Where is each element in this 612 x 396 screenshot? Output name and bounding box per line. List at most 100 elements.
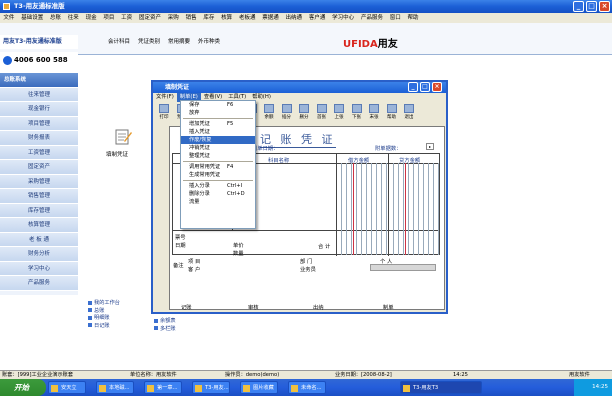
- dialog-menu-item[interactable]: 文件(F): [153, 93, 177, 102]
- toolbar-item[interactable]: 凭证类别: [138, 37, 160, 45]
- link-bullet-icon: [88, 308, 92, 312]
- dialog-tool-button[interactable]: 余额: [262, 104, 276, 122]
- dropdown-item[interactable]: 生成常用凭证: [181, 171, 255, 179]
- dialog-tool-button[interactable]: 末张: [367, 104, 381, 122]
- sidebar-item[interactable]: 项目管理: [0, 116, 78, 131]
- sidebar-item[interactable]: 库存管理: [0, 203, 78, 218]
- quick-link[interactable]: 明细账: [88, 315, 120, 323]
- dialog-tool-button[interactable]: 退出: [402, 104, 416, 122]
- sidebar-item[interactable]: 老 板 通: [0, 232, 78, 247]
- quick-link[interactable]: 日记账: [88, 323, 120, 331]
- sidebar-item[interactable]: 财务报表: [0, 131, 78, 146]
- dialog-tool-button[interactable]: 首张: [315, 104, 329, 122]
- dialog-tool-button[interactable]: 插分: [280, 104, 294, 122]
- main-menubar: 文件 基础设置 总账 往来 现金 项目 工资 固定资产 采购 销售 库存 核算 老板通 票据通 出纳通 客户通…: [0, 13, 612, 23]
- voucher-doc-icon[interactable]: [113, 127, 133, 147]
- voucher-doc-label[interactable]: 填制凭证: [106, 150, 128, 158]
- quick-link[interactable]: 我的工作台: [88, 300, 120, 308]
- sidebar-item[interactable]: 工资管理: [0, 145, 78, 160]
- menu-item[interactable]: 库存: [200, 13, 218, 23]
- dialog-tool-button[interactable]: 上张: [332, 104, 346, 122]
- taskbar-task[interactable]: T3-用友T3: [400, 381, 482, 394]
- menu-item[interactable]: 工资: [118, 13, 136, 23]
- menu-item[interactable]: 采购: [164, 13, 182, 23]
- sidebar-item[interactable]: 产品服务: [0, 276, 78, 291]
- quick-link[interactable]: 余额表: [154, 318, 176, 326]
- dropdown-shortcut: F5: [227, 121, 234, 127]
- taskbar-task[interactable]: 本地磁...: [96, 381, 134, 394]
- voucher-options-button[interactable]: ▸: [426, 143, 434, 150]
- sidebar-item[interactable]: 销售管理: [0, 189, 78, 204]
- tool-label: 余额: [264, 115, 274, 120]
- task-label: 图片收藏: [253, 385, 274, 391]
- dropdown-item[interactable]: 插入凭证: [181, 128, 255, 136]
- dropdown-item[interactable]: 放弃: [181, 109, 255, 117]
- menu-item[interactable]: 客户通: [305, 13, 328, 23]
- dialog-tool-button[interactable]: 删分: [297, 104, 311, 122]
- task-icon: [147, 385, 154, 392]
- sidebar-item[interactable]: 采购管理: [0, 174, 78, 189]
- menu-item[interactable]: 票据通: [259, 13, 282, 23]
- sidebar-item[interactable]: 总账系统: [0, 73, 78, 88]
- menu-item[interactable]: 产品服务: [358, 13, 387, 23]
- audit-label: 审核: [248, 305, 259, 311]
- menu-item[interactable]: 总账: [47, 13, 65, 23]
- taskbar-task[interactable]: 未命名...: [288, 381, 326, 394]
- quick-toolbar: 会计科目 凭证类别 常用摘要 外币种类: [108, 37, 228, 45]
- menu-item[interactable]: 基础设置: [18, 13, 47, 23]
- dropdown-item[interactable]: 整理凭证: [181, 152, 255, 160]
- dropdown-item[interactable]: 插入分录 Ctrl+I: [181, 182, 255, 190]
- tool-icon: [334, 104, 344, 113]
- menu-item[interactable]: 往来: [64, 13, 82, 23]
- sidebar-item[interactable]: 财务分析: [0, 247, 78, 262]
- taskbar-task[interactable]: 安天立: [48, 381, 86, 394]
- dialog-tool-button[interactable]: 下张: [350, 104, 364, 122]
- minimize-button[interactable]: _: [573, 1, 584, 12]
- close-button[interactable]: ×: [599, 1, 610, 12]
- taskbar-task[interactable]: 第一章...: [144, 381, 182, 394]
- dropdown-item[interactable]: 流量: [181, 198, 255, 206]
- menu-item[interactable]: 窗口: [386, 13, 404, 23]
- menu-item[interactable]: 老板通: [236, 13, 259, 23]
- start-button[interactable]: 开始: [0, 379, 46, 396]
- dropdown-item[interactable]: 增加凭证 F5: [181, 120, 255, 128]
- dropdown-item[interactable]: 冲销凭证: [181, 144, 255, 152]
- toolbar-item[interactable]: 常用摘要: [168, 37, 190, 45]
- sidebar-item[interactable]: 核算管理: [0, 218, 78, 233]
- menu-item[interactable]: 出纳通: [282, 13, 305, 23]
- menu-item[interactable]: 销售: [182, 13, 200, 23]
- quick-link[interactable]: 总账: [88, 308, 120, 316]
- sidebar-item[interactable]: 往来管理: [0, 87, 78, 102]
- dialog-tool-button[interactable]: 帮助: [385, 104, 399, 122]
- maximize-button[interactable]: □: [586, 1, 597, 12]
- taskbar: 开始 14:25 安天立 本地磁... 第一章... T3-用友... 图片收藏 未命名.…: [0, 379, 612, 396]
- dropdown-item[interactable]: 删除分录 Ctrl+D: [181, 190, 255, 198]
- tool-icon: [299, 104, 309, 113]
- menu-item[interactable]: 现金: [82, 13, 100, 23]
- toolbar-item[interactable]: 外币种类: [198, 37, 220, 45]
- menu-item[interactable]: 核算: [218, 13, 236, 23]
- quick-link[interactable]: 多栏账: [154, 326, 176, 334]
- task-icon: [243, 385, 250, 392]
- dialog-close-button[interactable]: ×: [432, 82, 442, 92]
- dialog-maximize-button[interactable]: □: [420, 82, 430, 92]
- taskbar-task[interactable]: 图片收藏: [240, 381, 278, 394]
- toolbar-item[interactable]: 会计科目: [108, 37, 130, 45]
- sidebar-item[interactable]: 学习中心: [0, 261, 78, 276]
- menu-item[interactable]: 文件: [0, 13, 18, 23]
- dropdown-item[interactable]: 作废/恢复: [181, 136, 255, 144]
- dialog-tool-button[interactable]: 打印: [157, 104, 171, 122]
- sidebar-item[interactable]: 固定资产: [0, 160, 78, 175]
- hotline-number: 4006 600 588: [14, 56, 68, 64]
- dropdown-item[interactable]: 保存 F6: [181, 101, 255, 109]
- menu-item[interactable]: 帮助: [404, 13, 422, 23]
- dialog-minimize-button[interactable]: _: [408, 82, 418, 92]
- sidebar-item[interactable]: 现金银行: [0, 102, 78, 117]
- taskbar-task[interactable]: T3-用友...: [192, 381, 230, 394]
- voucher-scroll-area[interactable]: [370, 264, 436, 271]
- menu-item[interactable]: 项目: [100, 13, 118, 23]
- menu-item[interactable]: 学习中心: [329, 13, 358, 23]
- menu-item[interactable]: 固定资产: [136, 13, 165, 23]
- tool-icon: [386, 104, 397, 113]
- dropdown-item[interactable]: 调用常用凭证 F4: [181, 163, 255, 171]
